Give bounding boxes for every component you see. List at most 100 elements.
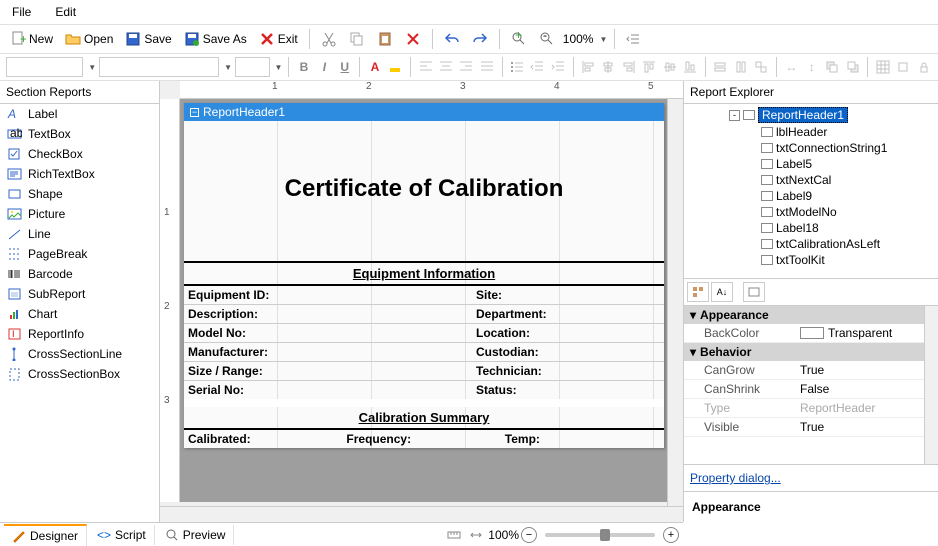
paste-button[interactable] [373, 29, 397, 49]
grid-button[interactable] [874, 57, 891, 77]
align-tops-button[interactable] [641, 57, 658, 77]
align-center-button[interactable] [437, 57, 454, 77]
font-dropdown[interactable] [99, 57, 219, 77]
expander-icon[interactable]: - [729, 110, 740, 121]
align-lefts-button[interactable] [579, 57, 596, 77]
field-status[interactable]: Status: [472, 381, 664, 399]
properties-grid[interactable]: ▾Appearance BackColorTransparent ▾Behavi… [684, 306, 938, 464]
more-button[interactable] [622, 29, 646, 49]
tree-node-Label9[interactable]: Label9 [686, 188, 936, 204]
toolbox-label[interactable]: ALabel [0, 104, 159, 124]
field-modelNo[interactable]: Model No: [184, 324, 472, 342]
menu-edit[interactable]: Edit [49, 3, 82, 21]
bullets-button[interactable] [508, 57, 525, 77]
tree-node-txtCalibrationAsLeft[interactable]: txtCalibrationAsLeft [686, 236, 936, 252]
undo-button[interactable] [440, 29, 464, 49]
prop-backcolor-value[interactable]: Transparent [828, 326, 892, 340]
property-dialog-link[interactable]: Property dialog... [684, 464, 938, 491]
redo-button[interactable] [468, 29, 492, 49]
style-dropdown[interactable] [6, 57, 83, 77]
align-bottoms-button[interactable] [681, 57, 698, 77]
tab-designer[interactable]: Designer [4, 524, 87, 546]
category-behavior[interactable]: ▾Behavior [684, 343, 924, 361]
field-description[interactable]: Description: [184, 305, 472, 323]
field-frequency[interactable]: Frequency: [342, 430, 500, 448]
align-centers-button[interactable] [600, 57, 617, 77]
tree-node-txtModelNo[interactable]: txtModelNo [686, 204, 936, 220]
align-left-button[interactable] [417, 57, 434, 77]
indent-dec-button[interactable] [529, 57, 546, 77]
categorized-button[interactable] [687, 282, 709, 302]
toolbox-subreport[interactable]: SubReport [0, 284, 159, 304]
vertical-scrollbar[interactable] [667, 99, 683, 506]
section-header-bar[interactable]: − ReportHeader1 [184, 103, 664, 121]
report-explorer-tree[interactable]: -ReportHeader1lblHeadertxtConnectionStri… [684, 104, 938, 279]
toolbox-checkbox[interactable]: CheckBox [0, 144, 159, 164]
delete-button[interactable] [401, 29, 425, 49]
toolbox-line[interactable]: Line [0, 224, 159, 244]
horizontal-scrollbar[interactable] [160, 506, 683, 522]
field-location[interactable]: Location: [472, 324, 664, 342]
properties-scrollbar[interactable] [924, 306, 938, 464]
tree-node-Label5[interactable]: Label5 [686, 156, 936, 172]
back-color-button[interactable] [387, 57, 404, 77]
send-back-button[interactable] [844, 57, 861, 77]
alphabetical-button[interactable]: A↓ [711, 282, 733, 302]
zoom-out-button[interactable]: - [535, 29, 559, 49]
toolbox-pagebreak[interactable]: PageBreak [0, 244, 159, 264]
field-sizeRange[interactable]: Size / Range: [184, 362, 472, 380]
field-manufacturer[interactable]: Manufacturer: [184, 343, 472, 361]
bring-front-button[interactable] [823, 57, 840, 77]
align-middles-button[interactable] [661, 57, 678, 77]
tree-node-txtConnectionString1[interactable]: txtConnectionString1 [686, 140, 936, 156]
prop-visible-value[interactable]: True [794, 418, 924, 436]
category-appearance[interactable]: ▾Appearance [684, 306, 924, 324]
toolbox-barcode[interactable]: Barcode [0, 264, 159, 284]
same-size-button[interactable] [752, 57, 769, 77]
zoom-in-button[interactable]: + [663, 527, 679, 543]
save-as-button[interactable]: Save As [180, 29, 251, 49]
italic-button[interactable]: I [316, 57, 333, 77]
equipment-info-heading[interactable]: Equipment Information [184, 263, 664, 284]
zoom-dropdown-icon[interactable]: ▼ [599, 35, 607, 44]
toolbox-shape[interactable]: Shape [0, 184, 159, 204]
field-department[interactable]: Department: [472, 305, 664, 323]
field-calibrated[interactable]: Calibrated: [184, 430, 342, 448]
field-serialNo[interactable]: Serial No: [184, 381, 472, 399]
same-height-button[interactable] [732, 57, 749, 77]
zoom-out-button[interactable]: − [521, 527, 537, 543]
collapse-icon[interactable]: ▾ [690, 345, 696, 359]
same-width-button[interactable] [712, 57, 729, 77]
toolbox-chart[interactable]: Chart [0, 304, 159, 324]
tab-script[interactable]: <> Script [89, 525, 155, 545]
lock-button[interactable] [915, 57, 932, 77]
tree-node-txtNextCal[interactable]: txtNextCal [686, 172, 936, 188]
tab-preview[interactable]: Preview [157, 525, 235, 545]
tree-node-txtToolKit[interactable]: txtToolKit [686, 252, 936, 268]
indent-inc-button[interactable] [549, 57, 566, 77]
prop-cangrow-value[interactable]: True [794, 361, 924, 379]
align-rights-button[interactable] [620, 57, 637, 77]
snap-button[interactable] [894, 57, 911, 77]
toolbox-reportinfo[interactable]: iReportInfo [0, 324, 159, 344]
toolbox-crosssectionbox[interactable]: CrossSectionBox [0, 364, 159, 384]
tree-node-ReportHeader1[interactable]: -ReportHeader1 [686, 106, 936, 124]
copy-button[interactable] [345, 29, 369, 49]
font-size-dropdown[interactable] [235, 57, 269, 77]
space-h-button[interactable]: ↔ [783, 57, 800, 77]
new-button[interactable]: + New [6, 29, 57, 49]
font-color-button[interactable]: A [366, 57, 383, 77]
toolbox-textbox[interactable]: abTextBox [0, 124, 159, 144]
zoom-slider[interactable] [545, 533, 655, 537]
tree-node-Label18[interactable]: Label18 [686, 220, 936, 236]
toolbox-crosssectionline[interactable]: CrossSectionLine [0, 344, 159, 364]
align-justify-button[interactable] [478, 57, 495, 77]
align-right-button[interactable] [458, 57, 475, 77]
collapse-icon[interactable]: ▾ [690, 308, 696, 322]
field-equipmentId[interactable]: Equipment ID: [184, 286, 472, 304]
underline-button[interactable]: U [336, 57, 353, 77]
toolbox-richtextbox[interactable]: RichTextBox [0, 164, 159, 184]
ruler-toggle-button[interactable] [444, 525, 464, 545]
prop-canshrink-value[interactable]: False [794, 380, 924, 398]
exit-button[interactable]: Exit [255, 29, 302, 49]
